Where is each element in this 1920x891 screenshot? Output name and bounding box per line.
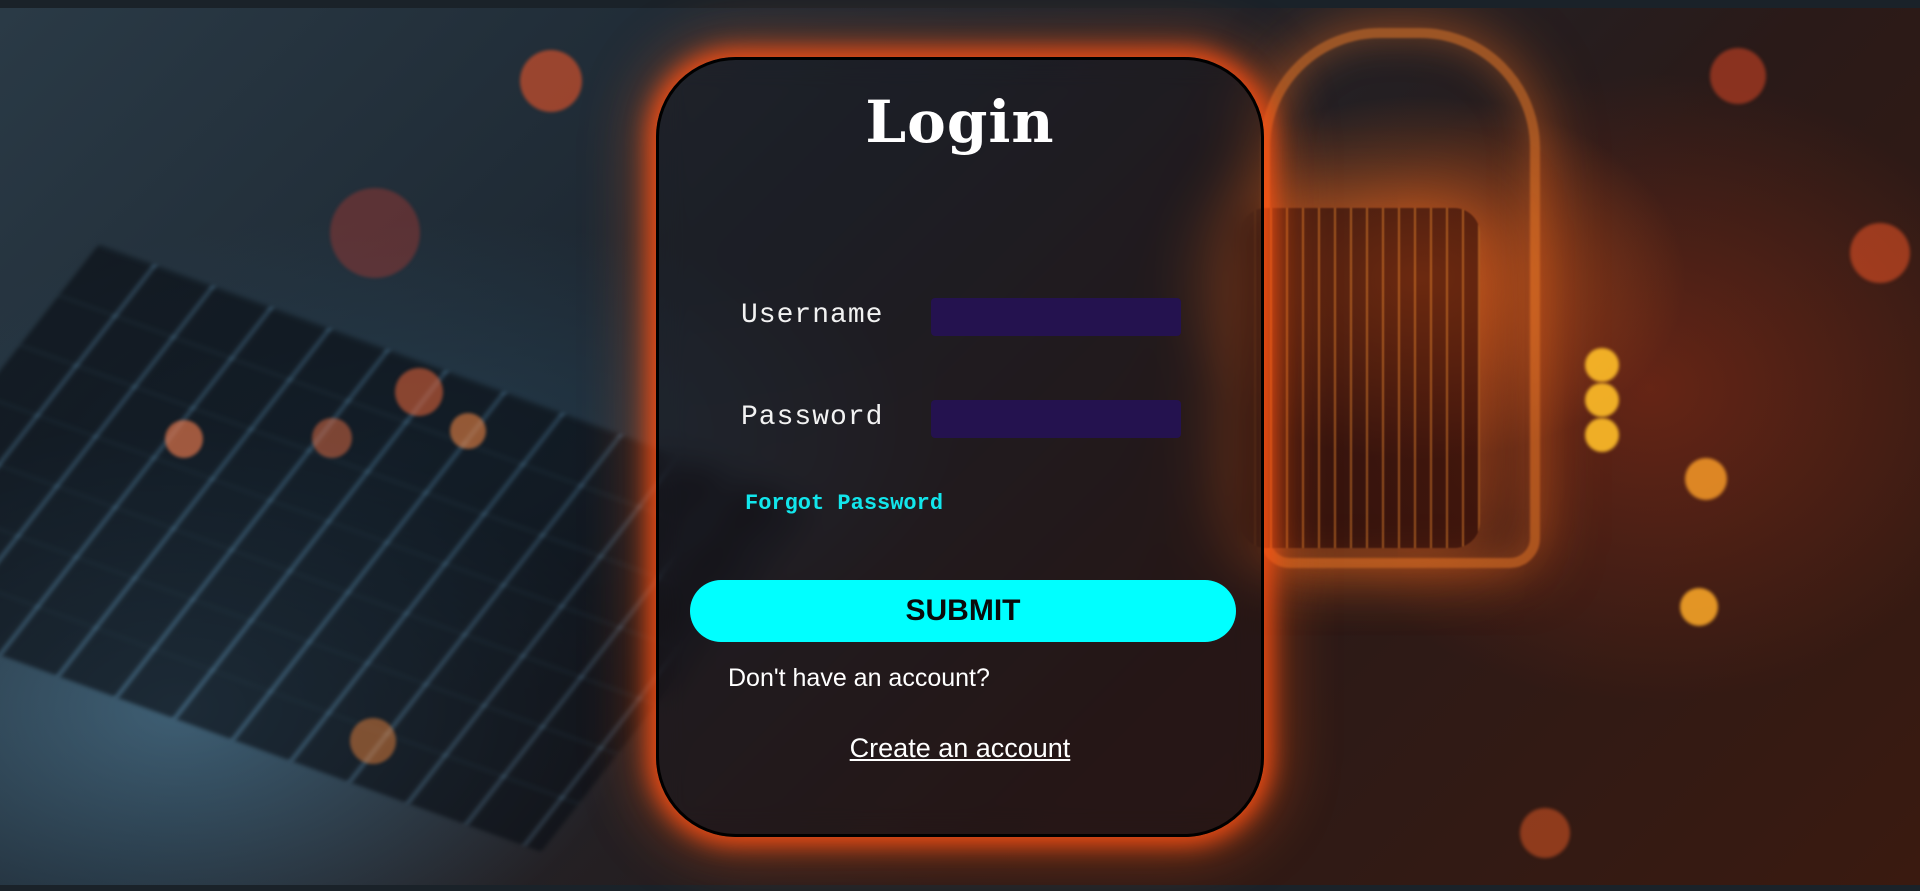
bokeh-light [1585, 348, 1619, 382]
bokeh-light [1520, 808, 1570, 858]
username-label: Username [741, 300, 884, 331]
bokeh-light [1585, 418, 1619, 452]
login-title: Login [865, 88, 1055, 156]
create-account-link[interactable]: Create an account [659, 733, 1261, 764]
padlock-body-graphic [1240, 208, 1480, 548]
login-card: Login Username Password Forgot Password … [656, 57, 1264, 837]
forgot-password-link[interactable]: Forgot Password [745, 491, 943, 516]
bokeh-light [520, 50, 582, 112]
bokeh-light [1850, 223, 1910, 283]
submit-button[interactable]: SUBMIT [690, 580, 1236, 642]
bokeh-light [395, 368, 443, 416]
bokeh-light [350, 718, 396, 764]
bokeh-light [312, 418, 352, 458]
bokeh-light [450, 413, 486, 449]
bokeh-light [165, 420, 203, 458]
bokeh-light [1680, 588, 1718, 626]
bokeh-light [1710, 48, 1766, 104]
username-input[interactable] [931, 298, 1181, 336]
password-label: Password [741, 402, 884, 433]
password-input[interactable] [931, 400, 1181, 438]
bokeh-light [1585, 383, 1619, 417]
bokeh-light [1685, 458, 1727, 500]
bokeh-light [330, 188, 420, 278]
no-account-text: Don't have an account? [728, 664, 990, 692]
